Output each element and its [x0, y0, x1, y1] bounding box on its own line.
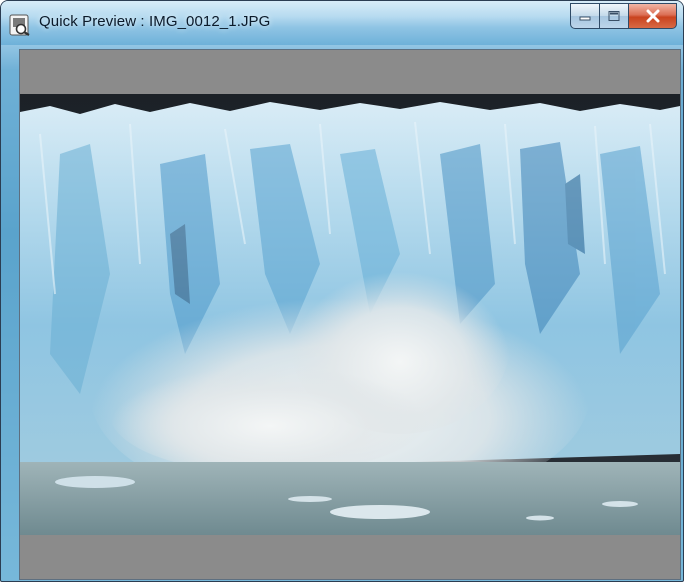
quick-preview-icon	[9, 14, 30, 36]
quick-preview-window: Quick Preview : IMG_0012_1.JPG	[0, 0, 684, 582]
minimize-button[interactable]	[570, 3, 600, 29]
preview-image[interactable]	[20, 94, 680, 535]
close-button[interactable]	[629, 3, 677, 29]
minimize-icon	[579, 16, 591, 21]
window-title: Quick Preview : IMG_0012_1.JPG	[39, 13, 271, 30]
glacier-calving-photo	[20, 94, 680, 535]
maximize-button[interactable]	[600, 3, 629, 29]
title-bar[interactable]: Quick Preview : IMG_0012_1.JPG	[1, 1, 683, 45]
close-icon	[646, 9, 659, 23]
window-controls	[570, 3, 677, 31]
preview-area	[19, 49, 681, 580]
maximize-icon	[608, 11, 620, 21]
